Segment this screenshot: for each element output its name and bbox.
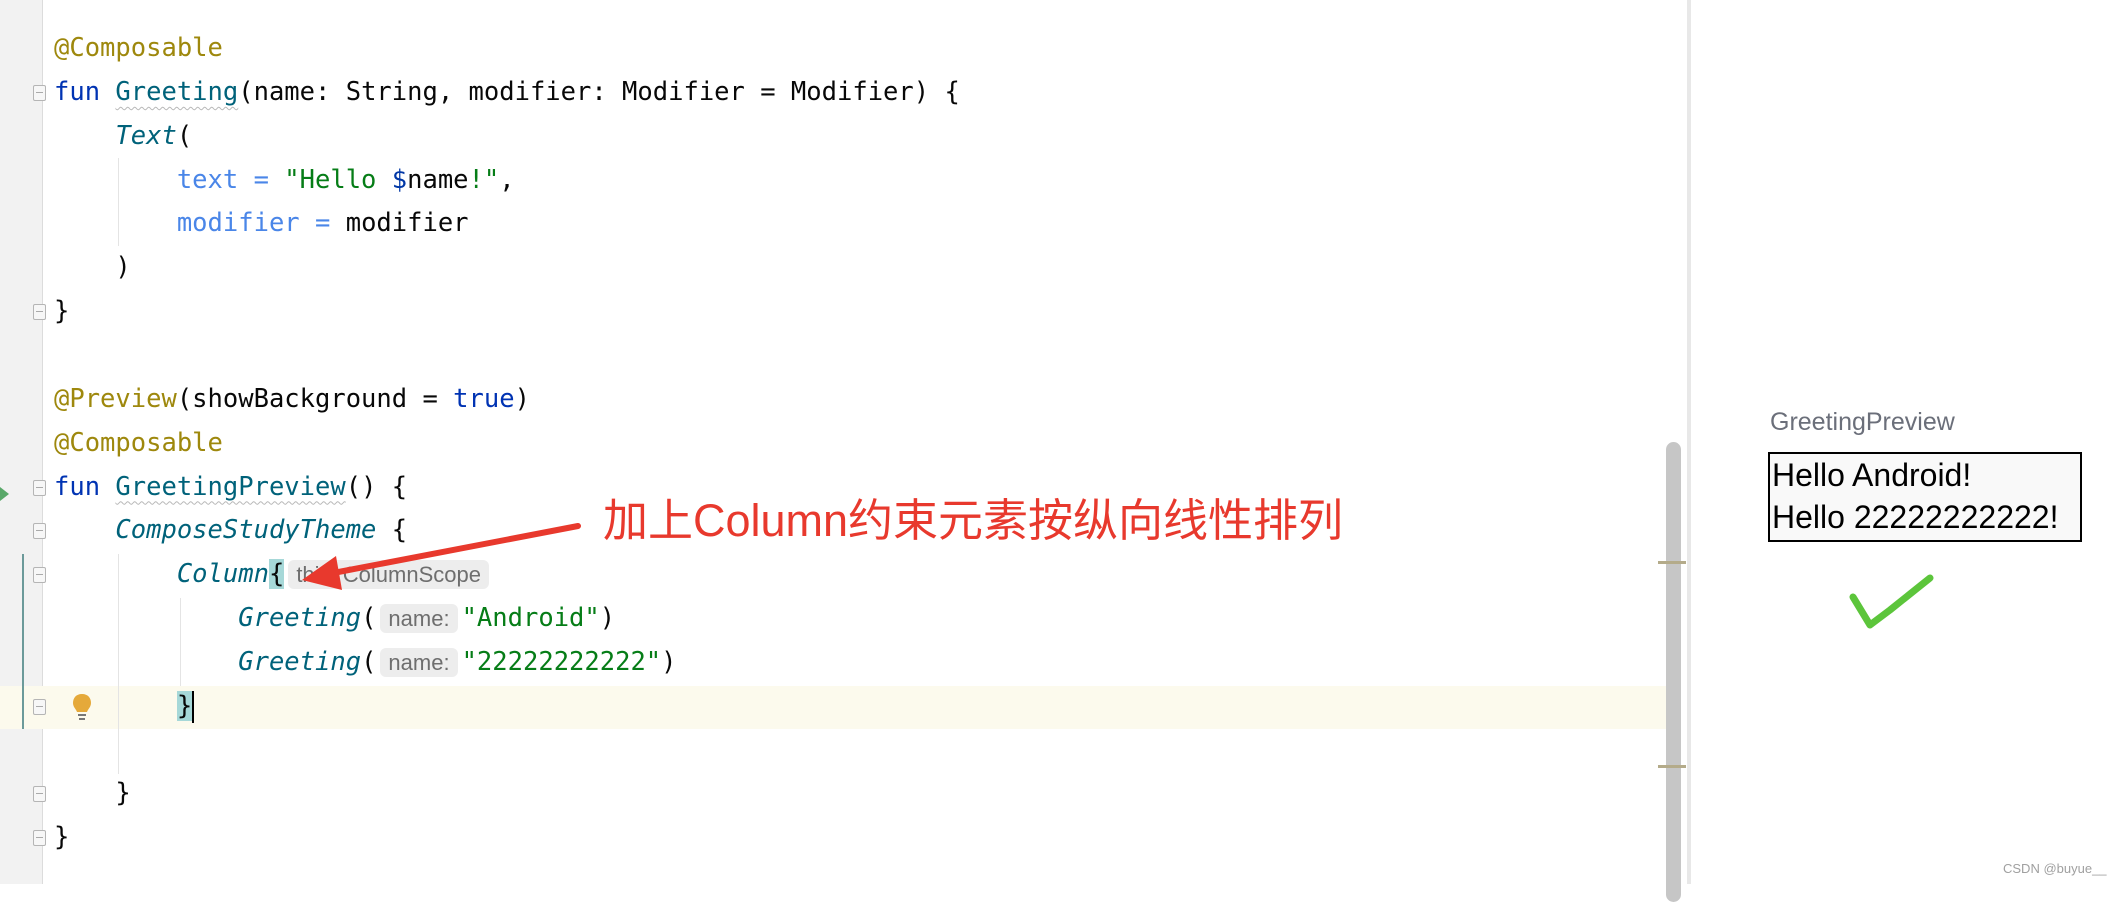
code-line[interactable]: @Composable bbox=[54, 26, 223, 70]
scrollbar-marker[interactable] bbox=[1658, 561, 1686, 564]
code-token: $ bbox=[391, 164, 408, 195]
code-token: { bbox=[268, 559, 285, 590]
code-token: Greeting bbox=[238, 646, 362, 677]
code-line[interactable]: fun GreetingPreview() { bbox=[54, 465, 407, 509]
fold-toggle-icon[interactable] bbox=[33, 830, 46, 847]
code-token: ) bbox=[54, 252, 131, 283]
code-line[interactable]: ) bbox=[54, 245, 131, 289]
preview-text-line: Hello Android! bbox=[1772, 457, 1972, 493]
fold-toggle-icon[interactable] bbox=[33, 523, 46, 540]
code-token: } bbox=[54, 296, 70, 327]
code-token: (name: String, modifier: Modifier = Modi… bbox=[238, 76, 960, 107]
code-token: Column bbox=[176, 559, 269, 590]
editor-gutter bbox=[0, 0, 43, 884]
run-preview-icon[interactable] bbox=[0, 487, 9, 501]
watermark: CSDN @buyue__ bbox=[2003, 861, 2107, 876]
code-line[interactable]: } bbox=[54, 684, 195, 728]
scrollbar-marker[interactable] bbox=[1658, 765, 1686, 768]
code-token: ) bbox=[599, 603, 616, 634]
code-token: @Composable bbox=[54, 33, 223, 63]
preview-render[interactable]: Hello Android! Hello 22222222222! bbox=[1768, 452, 2082, 542]
code-token: Text bbox=[115, 120, 177, 151]
code-token: GreetingPreview bbox=[115, 471, 346, 502]
fold-toggle-icon[interactable] bbox=[33, 479, 46, 496]
code-token: } bbox=[54, 822, 70, 853]
code-token: Greeting bbox=[238, 603, 362, 634]
code-token: modifier bbox=[345, 208, 469, 239]
code-token: "Hello bbox=[284, 164, 392, 195]
code-token: @Composable bbox=[54, 427, 223, 458]
preview-text-line: Hello 22222222222! bbox=[1772, 499, 2059, 535]
code-token: name bbox=[407, 164, 469, 195]
code-token: "22222222222" bbox=[461, 646, 662, 677]
preview-title[interactable]: GreetingPreview bbox=[1770, 408, 1955, 437]
code-token: ) bbox=[514, 383, 530, 414]
inlay-hint: name: bbox=[380, 647, 458, 677]
code-token: ComposeStudyTheme bbox=[115, 515, 377, 546]
code-line[interactable]: text = "Hello $name!", bbox=[54, 158, 515, 202]
code-token: ) bbox=[661, 646, 677, 677]
code-editor[interactable]: @Composable fun Greeting(name: String, mo… bbox=[0, 0, 1688, 902]
fold-toggle-icon[interactable] bbox=[33, 84, 46, 101]
code-line[interactable]: @Preview(showBackground = true) bbox=[54, 377, 530, 421]
code-token: !" bbox=[468, 164, 500, 195]
code-line[interactable]: fun Greeting(name: String, modifier: Mod… bbox=[54, 70, 960, 114]
code-token: text = bbox=[176, 164, 285, 195]
code-line[interactable]: Greeting(name: "Android") bbox=[54, 596, 615, 640]
code-token: ( bbox=[361, 603, 377, 634]
inlay-hint: this: ColumnScope bbox=[288, 560, 489, 590]
fold-toggle-icon[interactable] bbox=[33, 786, 46, 803]
code-token: () { bbox=[345, 471, 408, 502]
code-token: , bbox=[499, 164, 515, 195]
code-token: true bbox=[453, 383, 515, 414]
code-token: } bbox=[54, 778, 131, 809]
vertical-scrollbar[interactable] bbox=[1666, 442, 1681, 902]
code-token: } bbox=[176, 690, 193, 721]
code-line[interactable]: } bbox=[54, 815, 69, 859]
current-line-highlight bbox=[0, 686, 1680, 729]
code-line[interactable]: Greeting(name: "22222222222") bbox=[54, 640, 677, 684]
fold-toggle-icon[interactable] bbox=[33, 698, 46, 715]
code-token: modifier = bbox=[176, 208, 346, 239]
code-line[interactable]: @Composable bbox=[54, 421, 223, 465]
code-token: { bbox=[376, 515, 408, 546]
fold-toggle-icon[interactable] bbox=[33, 304, 46, 321]
panel-divider[interactable] bbox=[1687, 0, 1691, 884]
fold-toggle-icon[interactable] bbox=[33, 567, 46, 584]
code-line[interactable]: Text( bbox=[54, 114, 192, 158]
code-line[interactable]: ComposeStudyTheme { bbox=[54, 508, 407, 552]
text-caret bbox=[192, 690, 195, 723]
code-token: ( bbox=[361, 646, 377, 677]
code-token: fun bbox=[54, 471, 116, 502]
code-token: (showBackground = bbox=[176, 383, 454, 414]
code-token: Greeting bbox=[115, 76, 239, 107]
code-line[interactable]: } bbox=[54, 771, 131, 815]
code-token: ( bbox=[176, 120, 193, 151]
code-token: @Preview bbox=[54, 383, 177, 414]
code-token: "Android" bbox=[461, 603, 600, 634]
annotation-text: 加上Column约束元素按纵向线性排列 bbox=[603, 495, 1344, 546]
vcs-change-marker[interactable] bbox=[22, 554, 24, 729]
code-line[interactable]: Column{this: ColumnScope bbox=[54, 552, 493, 596]
code-line[interactable]: modifier = modifier bbox=[54, 201, 469, 245]
inlay-hint: name: bbox=[380, 604, 458, 634]
code-token: fun bbox=[54, 76, 116, 107]
code-line[interactable]: } bbox=[54, 289, 69, 333]
